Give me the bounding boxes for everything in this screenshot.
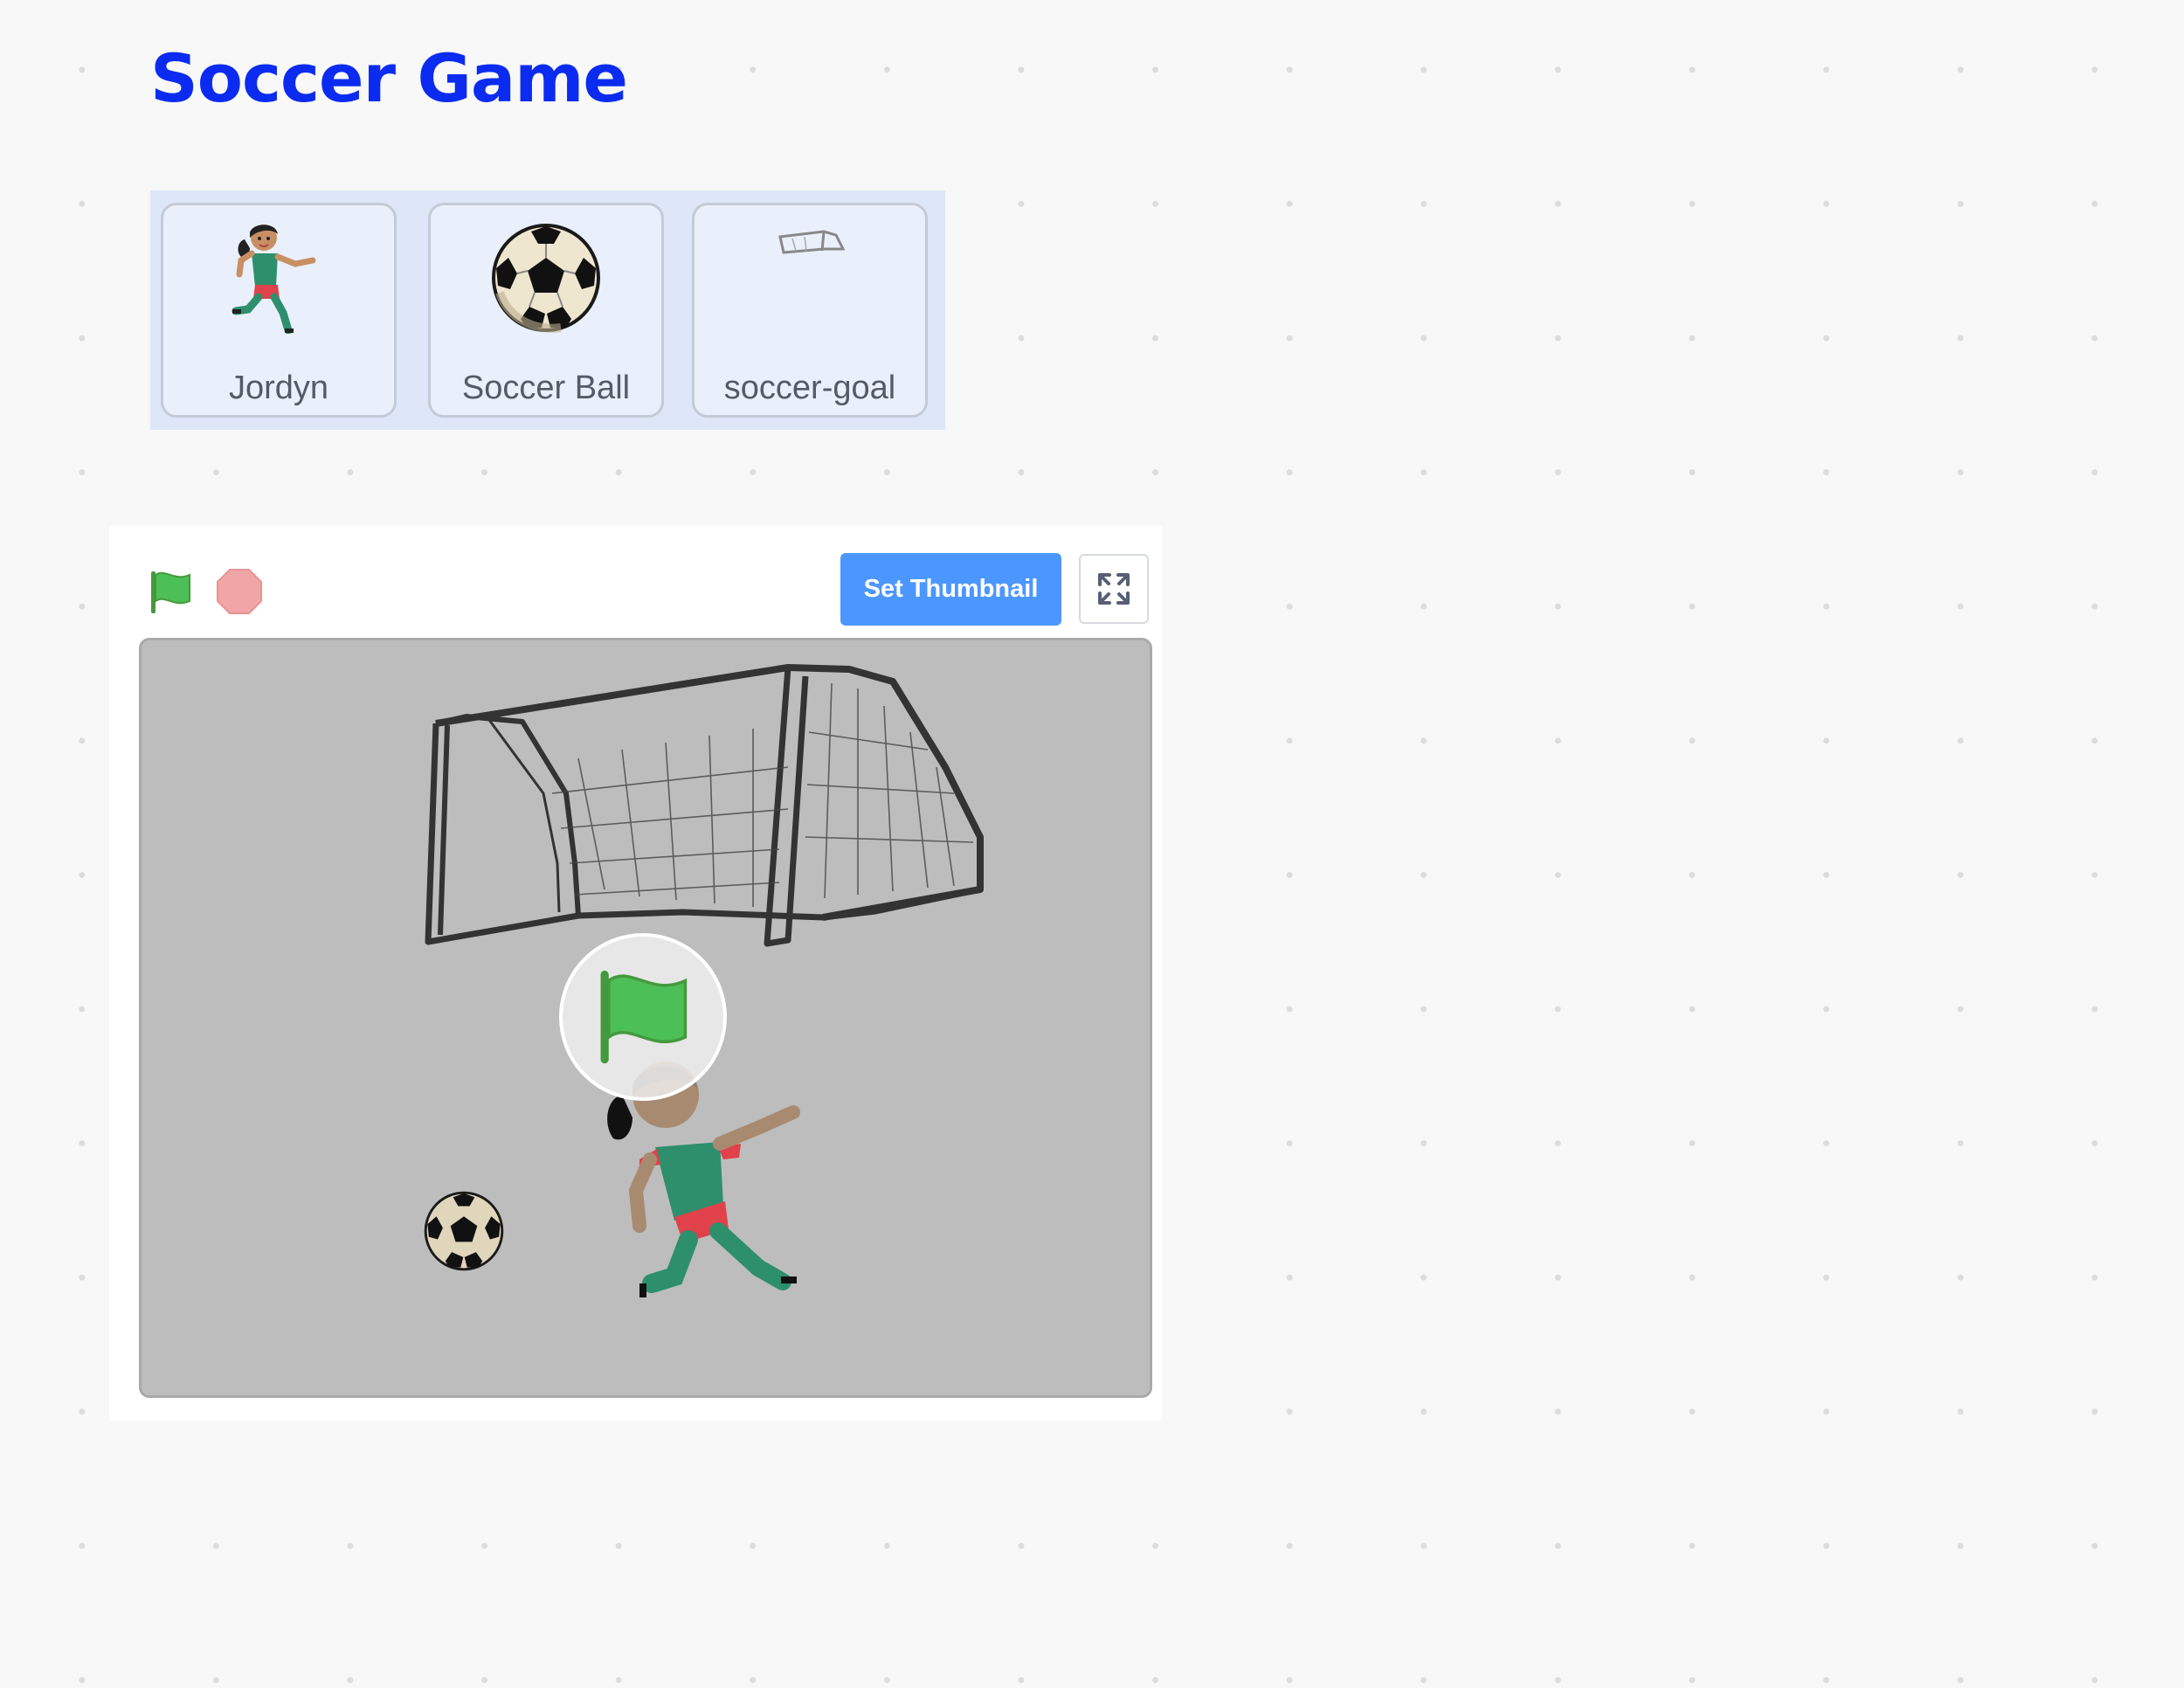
soccer-goal-icon [695,221,925,335]
soccer-goal-sprite [425,664,984,947]
sprite-card-soccer-goal[interactable]: soccer-goal [692,203,928,418]
set-thumbnail-button[interactable]: Set Thumbnail [840,553,1061,626]
sprite-name: Soccer Ball [461,370,631,406]
soccer-ball-icon [431,221,661,335]
fullscreen-button[interactable] [1079,554,1149,624]
soccer-ball-sprite [424,1191,504,1271]
start-overlay-button[interactable] [559,933,727,1101]
green-flag-icon [151,571,190,613]
page-title: Soccer Game [150,39,628,117]
fullscreen-icon [1098,573,1130,605]
sprite-name: Jordyn [228,370,329,406]
sprite-card-jordyn[interactable]: Jordyn [161,203,397,418]
sprite-card-soccer-ball[interactable]: Soccer Ball [428,203,664,418]
player-sprite-icon [163,221,394,335]
sprite-list: Jordyn Soccer Ball soccer-goal [150,190,945,430]
stop-sign-icon [217,569,262,614]
green-flag-button[interactable] [148,570,193,619]
sprite-name: soccer-goal [723,370,896,406]
green-flag-icon [600,970,688,1064]
stop-button[interactable] [216,568,263,619]
